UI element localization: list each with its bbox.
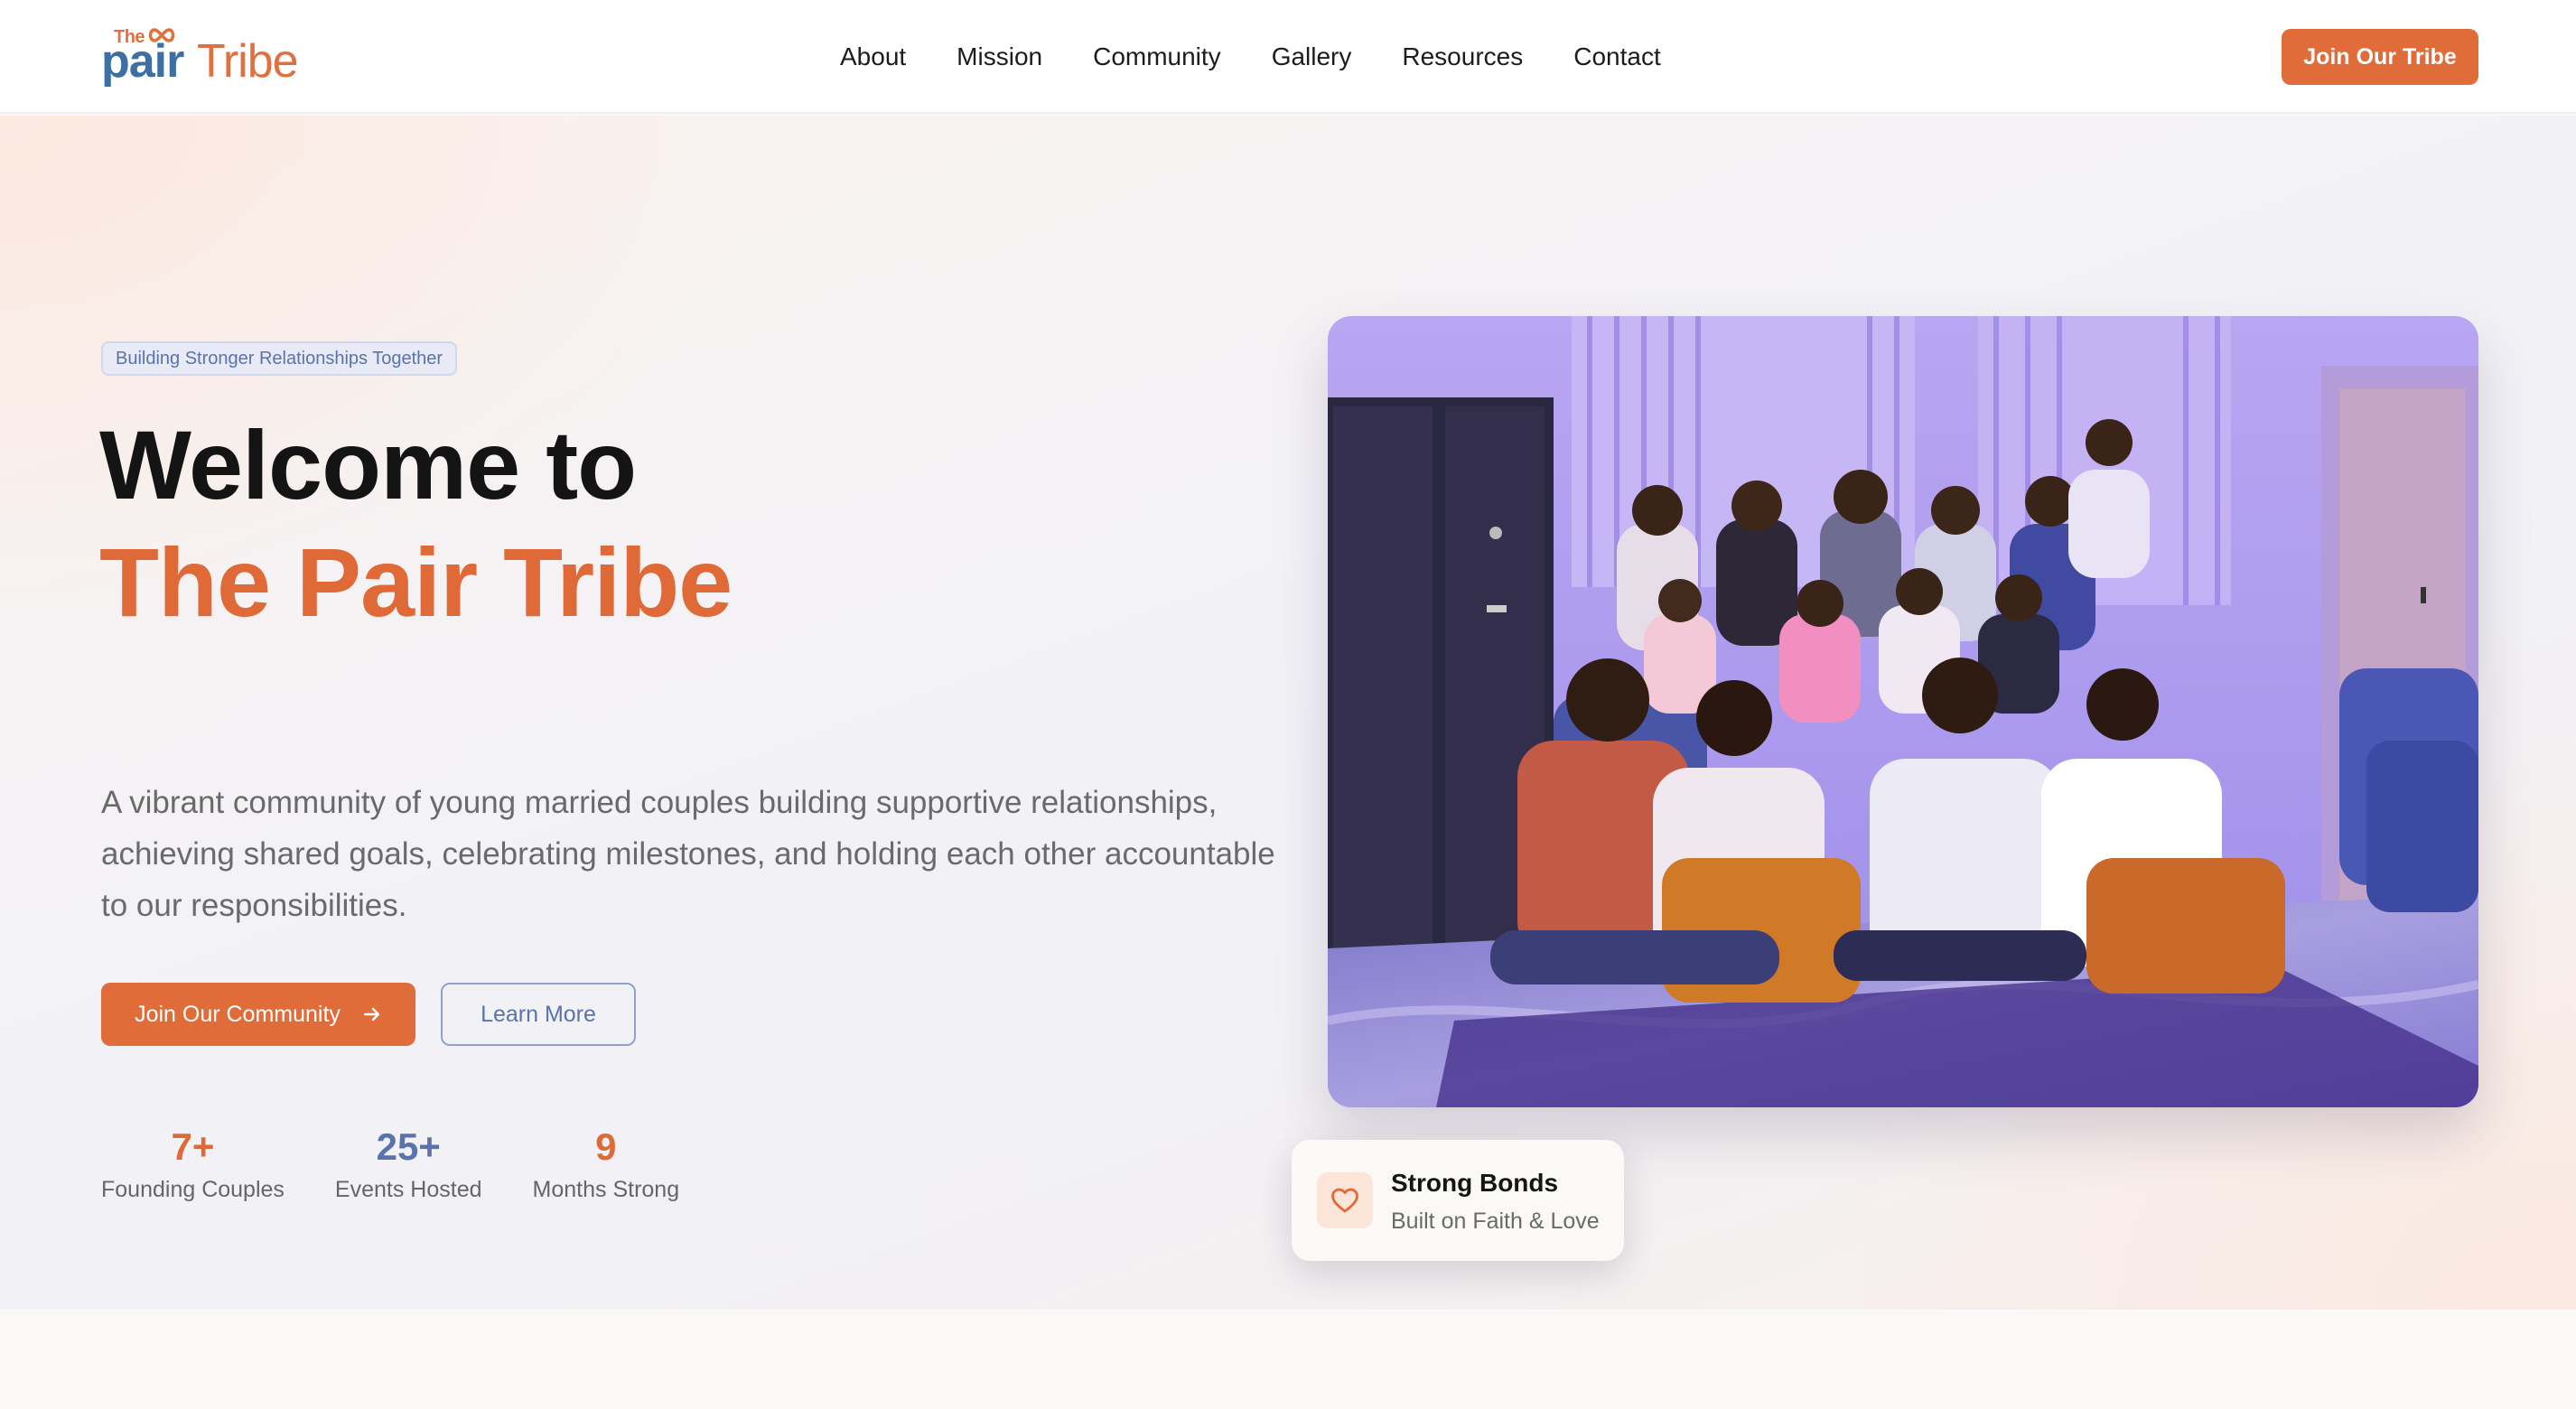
community-group-photo	[1328, 316, 2478, 1107]
heart-icon-wrapper	[1317, 1172, 1373, 1228]
stat-founding-couples: 7+ Founding Couples	[101, 1120, 285, 1205]
nav-link-gallery[interactable]: Gallery	[1272, 42, 1352, 71]
hero-badge: Building Stronger Relationships Together	[101, 341, 458, 376]
hero-title-line2: The Pair Tribe	[99, 527, 733, 637]
nav-link-about[interactable]: About	[840, 42, 906, 71]
arrow-right-icon	[363, 1007, 380, 1022]
hero-stats: 7+ Founding Couples 25+ Events Hosted 9 …	[101, 1120, 679, 1205]
join-our-community-button[interactable]: Join Our Community	[101, 983, 415, 1046]
heart-icon	[1331, 1188, 1358, 1213]
stat-events-hosted: 25+ Events Hosted	[335, 1120, 482, 1205]
stat-label: Months Strong	[532, 1177, 680, 1202]
join-our-tribe-button[interactable]: Join Our Tribe	[2282, 29, 2478, 85]
hero-description: A vibrant community of young married cou…	[101, 785, 1275, 923]
hero-title-line1: Welcome to	[99, 410, 637, 519]
card-subtitle: Built on Faith & Love	[1391, 1208, 1600, 1234]
stat-label: Founding Couples	[101, 1177, 285, 1202]
learn-more-button[interactable]: Learn More	[441, 983, 636, 1046]
stat-value: 7+	[171, 1125, 215, 1168]
stat-value: 25+	[376, 1125, 441, 1168]
stat-label: Events Hosted	[334, 1177, 482, 1202]
card-title: Strong Bonds	[1391, 1169, 1559, 1197]
nav-link-contact[interactable]: Contact	[1573, 42, 1661, 71]
stat-value: 9	[595, 1125, 617, 1168]
nav-link-community[interactable]: Community	[1093, 42, 1221, 71]
group-photo-illustration	[1328, 316, 2478, 1107]
stat-months-strong: 9 Months Strong	[533, 1120, 680, 1205]
logo-tribe-text: Tribe	[197, 35, 299, 88]
nav-links: About Mission Community Gallery Resource…	[840, 0, 1661, 114]
nav-link-mission[interactable]: Mission	[957, 42, 1042, 71]
next-section-start	[0, 1310, 2576, 1409]
join-our-community-label: Join Our Community	[135, 1001, 341, 1027]
top-navigation: The pair Tribe About Mission Community G…	[0, 0, 2576, 114]
brand-logo[interactable]: The pair Tribe	[101, 25, 299, 89]
strong-bonds-card: Strong Bonds Built on Faith & Love	[1292, 1140, 1624, 1261]
nav-link-resources[interactable]: Resources	[1402, 42, 1523, 71]
hero-section: Building Stronger Relationships Together…	[0, 116, 2576, 1310]
logo-pair-text: pair	[101, 35, 184, 88]
